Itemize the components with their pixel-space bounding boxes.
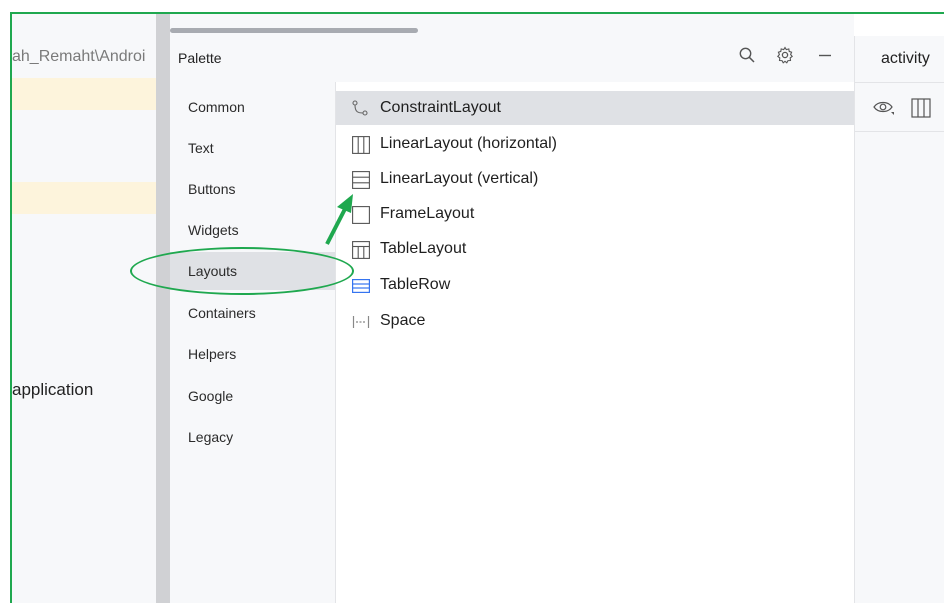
annotation-arrow	[325, 194, 353, 245]
